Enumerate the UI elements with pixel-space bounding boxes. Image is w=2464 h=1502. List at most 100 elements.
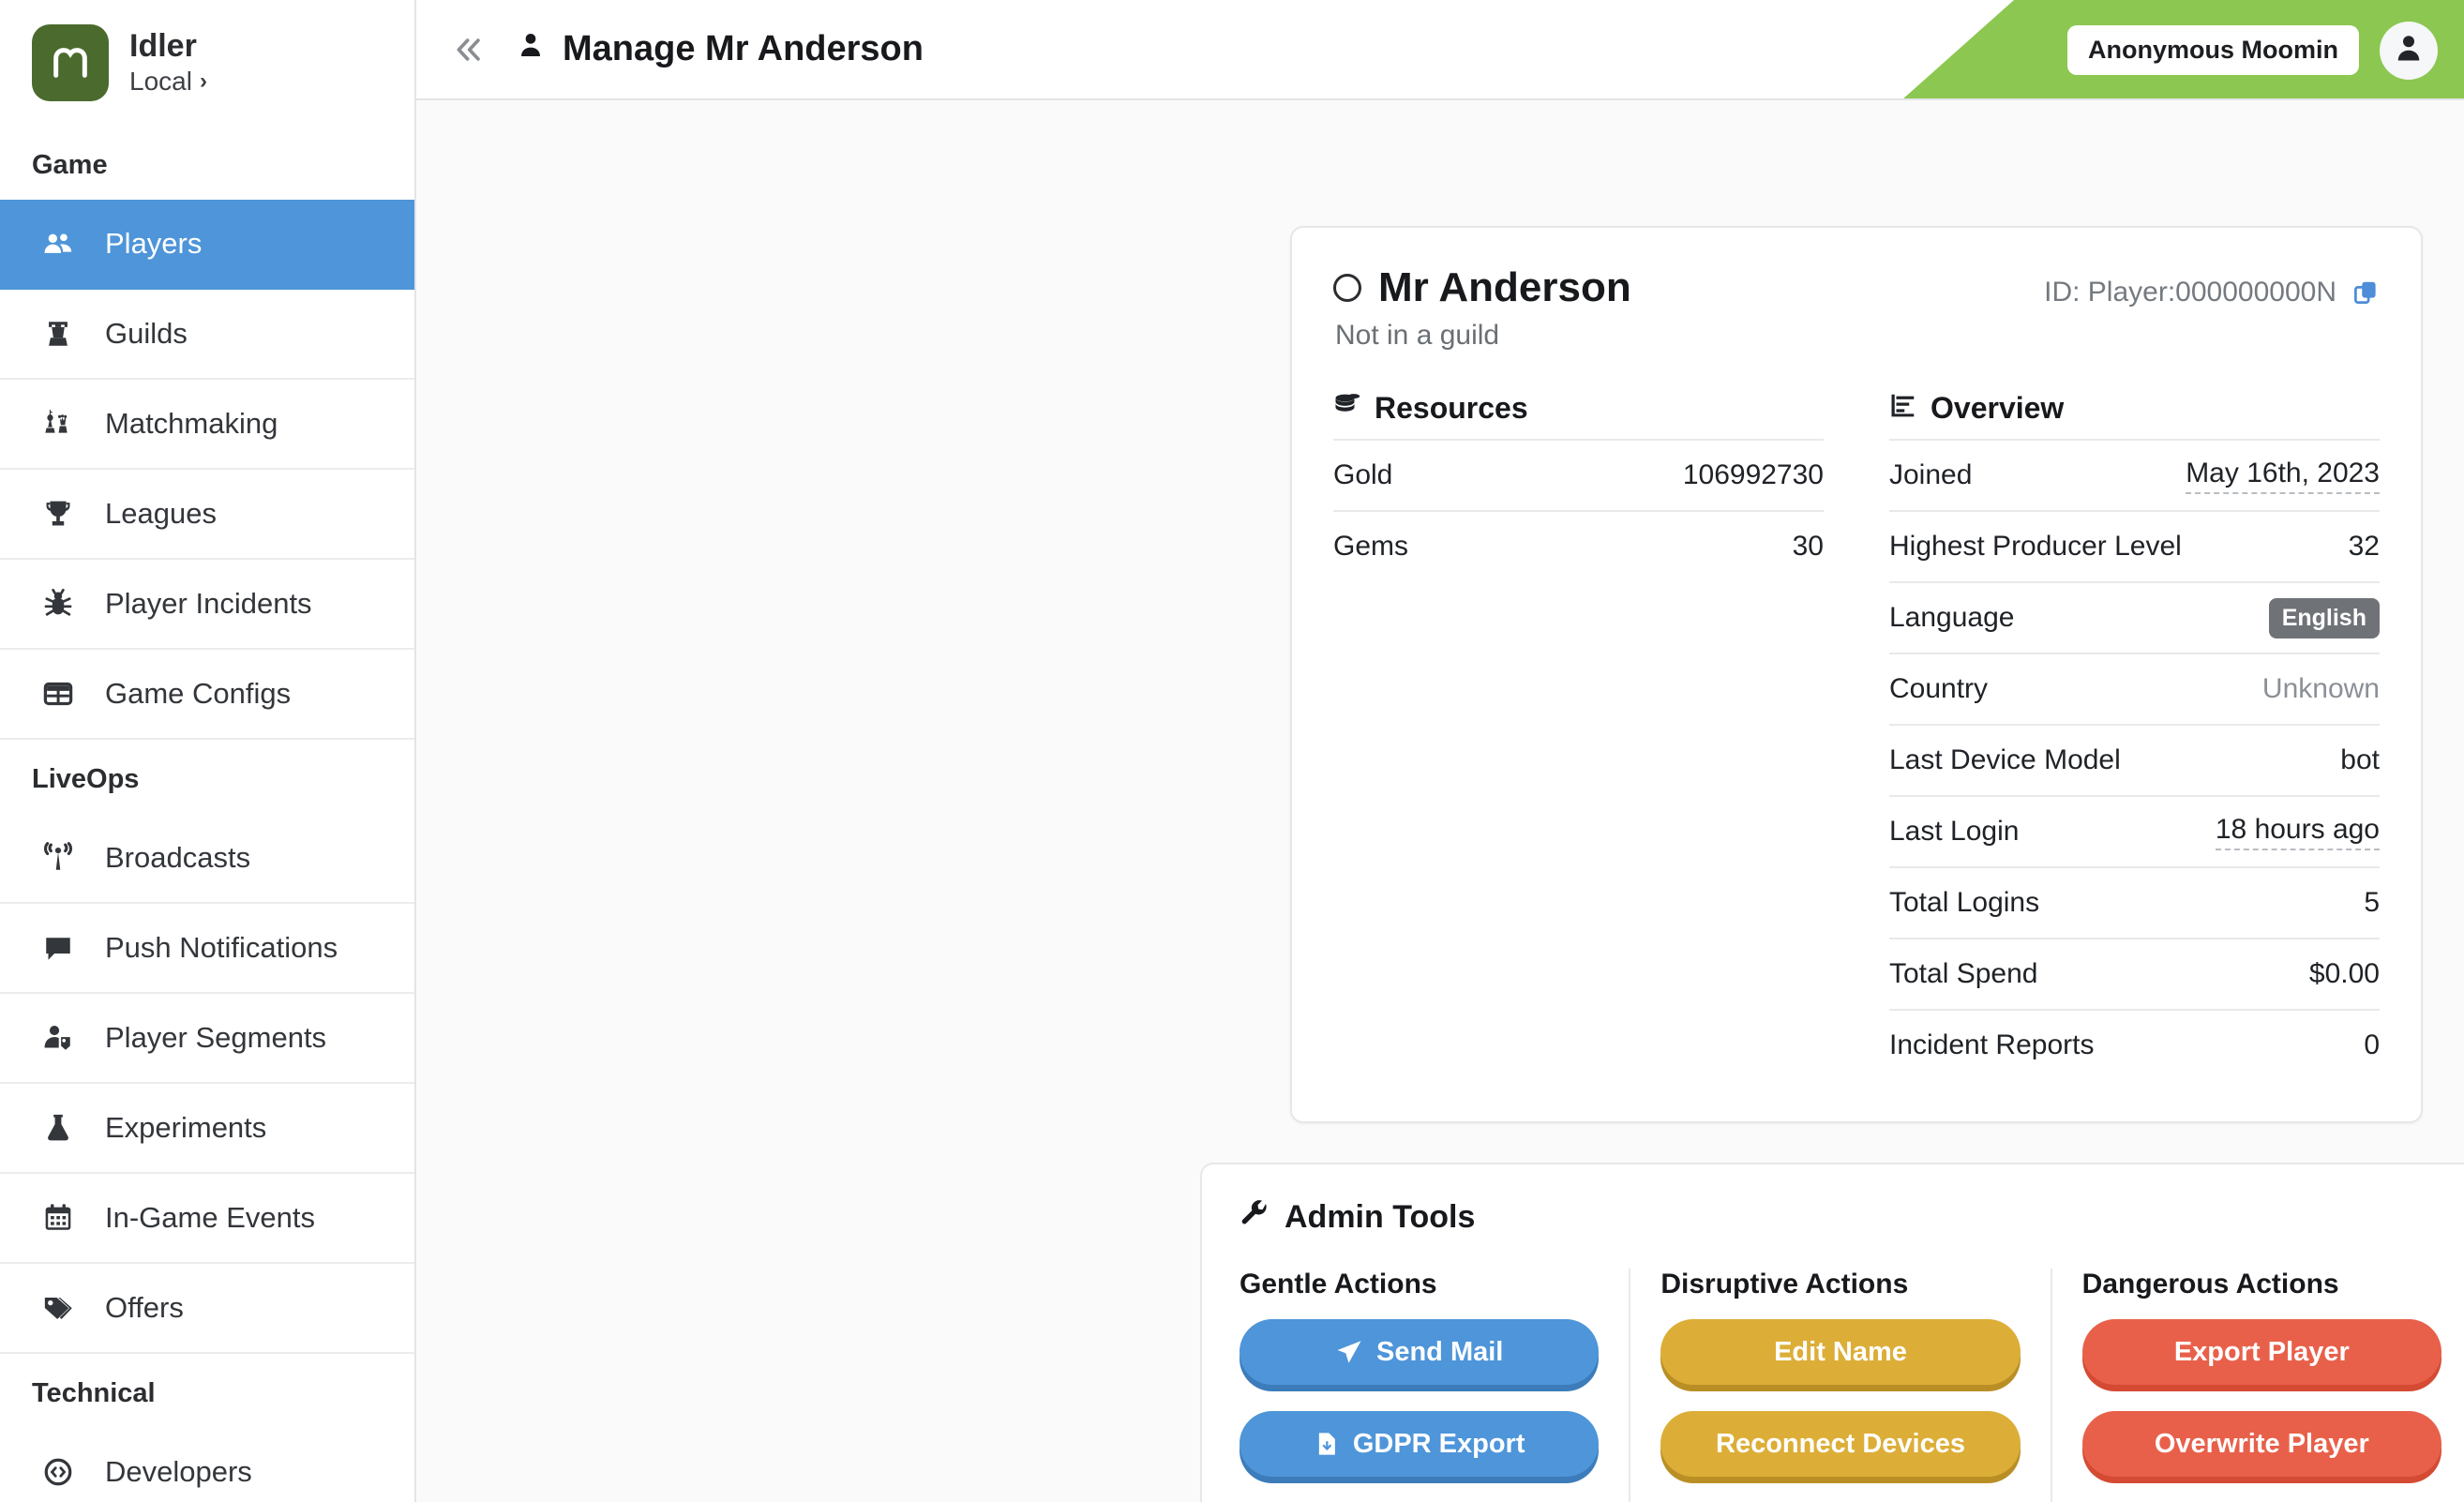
overwrite-player-button[interactable]: Overwrite Player xyxy=(2082,1411,2441,1477)
sidebar-item-label: Broadcasts xyxy=(105,841,250,875)
account-banner: Anonymous Moomin xyxy=(1901,0,2464,100)
resources-title: Resources xyxy=(1375,391,1528,426)
sidebar: Idler Local › GamePlayersGuildsMatchmaki… xyxy=(0,0,416,1502)
player-card-columns: Resources Gold106992730Gems30 xyxy=(1333,391,2380,1080)
stat-value: 30 xyxy=(1793,531,1824,563)
app-logo-icon xyxy=(32,24,109,101)
resources-rows: Gold106992730Gems30 xyxy=(1333,439,1824,581)
stat-key: Total Spend xyxy=(1889,958,2037,990)
sidebar-item-game-configs[interactable]: Game Configs xyxy=(0,650,414,740)
reconnect-devices-button[interactable]: Reconnect Devices xyxy=(1660,1411,2020,1477)
admin-tools-card: Admin Tools Gentle Actions Send Mail GDPR … xyxy=(1200,1163,2464,1502)
main-area: Manage Mr Anderson Anonymous Moomin xyxy=(416,0,2464,1502)
edit-name-button[interactable]: Edit Name xyxy=(1660,1319,2020,1385)
player-identity: Mr Anderson Not in a guild xyxy=(1333,265,1631,352)
overview-title: Overview xyxy=(1931,391,2064,426)
stat-value: 32 xyxy=(2349,531,2380,563)
admin-button-label: Edit Name xyxy=(1774,1337,1907,1368)
stat-value: Unknown xyxy=(2262,673,2380,705)
person-tag-icon xyxy=(38,1022,79,1054)
stat-key: Last Device Model xyxy=(1889,744,2121,776)
stat-row: Last Login18 hours ago xyxy=(1889,795,2380,866)
player-name-row: Mr Anderson xyxy=(1333,265,1631,310)
overview-title-row: Overview xyxy=(1889,391,2380,439)
stat-row: Highest Producer Level 32 xyxy=(1889,510,2380,581)
admin-button-label: Export Player xyxy=(2174,1337,2350,1368)
flask-icon xyxy=(38,1112,79,1144)
coins-icon xyxy=(1333,391,1361,426)
export-player-button[interactable]: Export Player xyxy=(2082,1319,2441,1385)
people-icon xyxy=(38,228,79,260)
topbar: Manage Mr Anderson Anonymous Moomin xyxy=(416,0,2464,100)
collapse-sidebar-button[interactable] xyxy=(444,25,493,74)
stat-row: Last Device Modelbot xyxy=(1889,724,2380,795)
stat-key: Highest Producer Level xyxy=(1889,531,2182,563)
sidebar-item-label: Matchmaking xyxy=(105,407,278,441)
player-id-row: ID: Player:000000000N xyxy=(2044,265,2380,308)
sidebar-item-label: Players xyxy=(105,227,202,261)
admin-tools-title-row: Admin Tools xyxy=(1240,1198,2464,1237)
chess-rook-icon xyxy=(38,318,79,350)
sidebar-section-technical: Technical xyxy=(0,1354,414,1428)
stat-row: CountryUnknown xyxy=(1889,653,2380,724)
sidebar-item-broadcasts[interactable]: Broadcasts xyxy=(0,814,414,904)
admin-button-label: Overwrite Player xyxy=(2155,1429,2369,1460)
sidebar-item-leagues[interactable]: Leagues xyxy=(0,470,414,560)
sidebar-item-push-notifications[interactable]: Push Notifications xyxy=(0,904,414,994)
user-name-chip[interactable]: Anonymous Moomin xyxy=(2067,25,2359,75)
stat-row: Total Logins5 xyxy=(1889,866,2380,938)
user-avatar-icon xyxy=(2392,31,2426,69)
person-icon xyxy=(516,29,546,69)
sidebar-item-developers[interactable]: Developers xyxy=(0,1428,414,1502)
brand-environment[interactable]: Local › xyxy=(129,65,207,98)
sidebar-item-experiments[interactable]: Experiments xyxy=(0,1084,414,1174)
stat-row: Total Spend $0.00 xyxy=(1889,938,2380,1009)
chevron-right-icon: › xyxy=(200,68,207,96)
sidebar-item-label: Leagues xyxy=(105,497,217,531)
stat-key: Total Logins xyxy=(1889,887,2039,919)
stat-key: Joined xyxy=(1889,459,1972,491)
broadcast-tower-icon xyxy=(38,842,79,874)
wrench-icon xyxy=(1240,1198,1270,1237)
stat-row: Joined May 16th, 2023 xyxy=(1889,439,2380,510)
sidebar-item-label: Developers xyxy=(105,1455,252,1489)
sidebar-item-player-incidents[interactable]: Player Incidents xyxy=(0,560,414,650)
admin-column-disruptive-actions: Disruptive Actions Edit Name Reconnect Dev… xyxy=(1629,1269,2050,1502)
stat-row: Gems 30 xyxy=(1333,510,1824,581)
sidebar-item-label: Offers xyxy=(105,1291,184,1325)
player-card-header: Mr Anderson Not in a guild ID: Player:00… xyxy=(1333,265,2380,352)
brand-title: Idler xyxy=(129,28,207,65)
stat-key: Gems xyxy=(1333,531,1408,563)
gdpr-export-button[interactable]: GDPR Export xyxy=(1240,1411,1599,1477)
admin-column-title: Disruptive Actions xyxy=(1660,1269,2020,1300)
send-mail-button[interactable]: Send Mail xyxy=(1240,1319,1599,1385)
stat-value[interactable]: May 16th, 2023 xyxy=(2186,458,2380,494)
sidebar-item-label: Push Notifications xyxy=(105,931,338,965)
brand-text: Idler Local › xyxy=(129,28,207,98)
brand-header[interactable]: Idler Local › xyxy=(0,0,414,126)
bug-icon xyxy=(38,588,79,620)
admin-column-title: Gentle Actions xyxy=(1240,1269,1599,1300)
sidebar-item-players[interactable]: Players xyxy=(0,200,414,290)
player-id-text: ID: Player:000000000N xyxy=(2044,277,2336,308)
user-avatar-button[interactable] xyxy=(2380,22,2438,80)
sidebar-nav: GamePlayersGuildsMatchmakingLeaguesPlaye… xyxy=(0,126,414,1502)
sidebar-item-player-segments[interactable]: Player Segments xyxy=(0,994,414,1084)
stat-value[interactable]: 18 hours ago xyxy=(2216,814,2380,850)
resources-title-row: Resources xyxy=(1333,391,1824,439)
stat-value: $0.00 xyxy=(2309,958,2380,990)
sidebar-item-offers[interactable]: Offers xyxy=(0,1264,414,1354)
paper-plane-icon xyxy=(1335,1338,1363,1366)
table-grid-icon xyxy=(38,678,79,710)
sidebar-item-in-game-events[interactable]: In-Game Events xyxy=(0,1174,414,1264)
copy-icon[interactable] xyxy=(2351,278,2380,307)
admin-button-label: Reconnect Devices xyxy=(1716,1429,1965,1460)
chat-bubble-icon xyxy=(38,932,79,964)
content-area: Mr Anderson Not in a guild ID: Player:00… xyxy=(416,100,2464,1502)
sidebar-item-guilds[interactable]: Guilds xyxy=(0,290,414,380)
sidebar-item-label: Player Incidents xyxy=(105,587,312,621)
sidebar-item-matchmaking[interactable]: Matchmaking xyxy=(0,380,414,470)
sidebar-section-liveops: LiveOps xyxy=(0,740,414,814)
admin-column-title: Dangerous Actions xyxy=(2082,1269,2441,1300)
stat-key: Gold xyxy=(1333,459,1392,491)
